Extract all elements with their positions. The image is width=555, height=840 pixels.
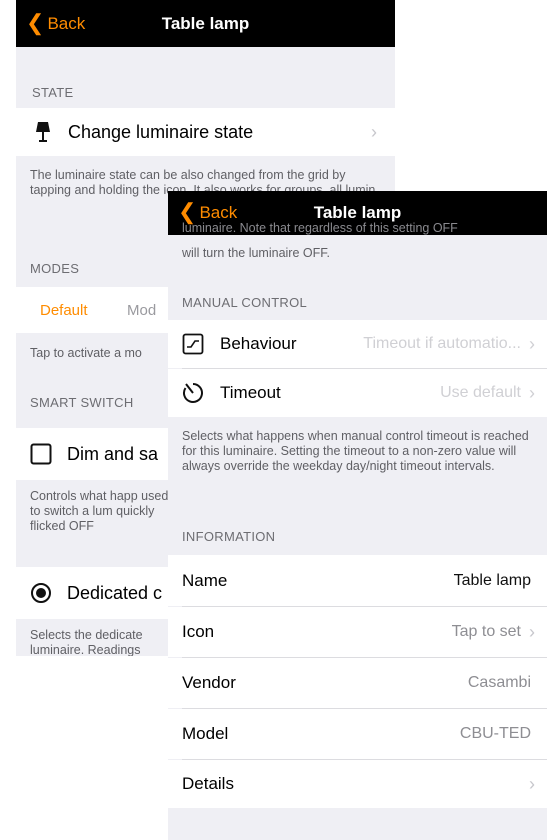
chevron-right-icon: › bbox=[529, 773, 535, 794]
chevron-right-icon: › bbox=[371, 121, 377, 142]
top-footer-cut: luminaire. Note that regardless of this … bbox=[182, 221, 458, 235]
info-row-vendor: Vendor Casambi bbox=[168, 658, 547, 708]
manual-control-footer: Selects what happens when manual control… bbox=[182, 429, 529, 473]
info-row-icon[interactable]: Icon Tap to set › bbox=[168, 607, 547, 657]
smart-switch-footer: Controls what happ used to switch a lum … bbox=[30, 489, 169, 533]
info-value: Casambi bbox=[467, 674, 531, 691]
timeout-row[interactable]: Timeout Use default › bbox=[168, 369, 547, 417]
chevron-right-icon: › bbox=[529, 382, 535, 403]
radio-selected-icon[interactable] bbox=[30, 582, 52, 604]
info-value: Table lamp bbox=[453, 571, 531, 589]
info-row-name: Name Table lamp bbox=[168, 555, 547, 606]
dedicated-label: Dedicated c bbox=[67, 582, 163, 603]
dim-label: Dim and sa bbox=[67, 443, 159, 464]
dedicated-footer: Selects the dedicate luminaire. Readings bbox=[30, 628, 143, 656]
info-value: CBU-TED bbox=[459, 725, 531, 742]
state-header: STATE bbox=[32, 85, 74, 100]
mode-tab-2[interactable]: Mod bbox=[127, 302, 156, 319]
manual-control-header: MANUAL CONTROL bbox=[182, 295, 308, 310]
checkbox-icon[interactable] bbox=[30, 443, 52, 465]
timeout-label: Timeout bbox=[220, 383, 281, 402]
info-label: Name bbox=[182, 570, 228, 590]
modes-footer: Tap to activate a mo bbox=[30, 346, 142, 360]
chevron-right-icon: › bbox=[529, 333, 535, 354]
behaviour-label: Behaviour bbox=[220, 334, 297, 353]
change-state-row[interactable]: Change luminaire state › bbox=[16, 108, 395, 156]
behaviour-value: Timeout if automatio... bbox=[363, 335, 521, 352]
nav-bar: ❮ Back Table lamp bbox=[16, 0, 395, 47]
nav-title: Table lamp bbox=[161, 13, 250, 33]
lamp-icon bbox=[32, 121, 54, 143]
timeout-value: Use default bbox=[440, 384, 521, 401]
info-label: Model bbox=[182, 724, 229, 743]
timer-icon bbox=[182, 382, 204, 404]
top-footer: will turn the luminaire OFF. bbox=[182, 246, 330, 260]
info-label: Details bbox=[182, 774, 234, 793]
mode-tab-default[interactable]: Default bbox=[40, 302, 88, 319]
chevron-right-icon: › bbox=[529, 621, 535, 642]
smart-switch-header: SMART SWITCH bbox=[30, 395, 134, 410]
info-value: Tap to set bbox=[451, 623, 521, 640]
behaviour-icon bbox=[182, 333, 204, 355]
info-row-details[interactable]: Details › bbox=[168, 760, 547, 808]
info-label: Icon bbox=[182, 622, 215, 641]
info-label: Vendor bbox=[182, 673, 236, 692]
information-header: INFORMATION bbox=[182, 529, 276, 544]
behaviour-row[interactable]: Behaviour Timeout if automatio... › bbox=[168, 320, 547, 368]
front-screen: ❮ Back Table lamp luminaire. Note that r… bbox=[168, 191, 547, 840]
modes-header: MODES bbox=[30, 261, 80, 276]
info-row-model: Model CBU-TED bbox=[168, 709, 547, 759]
change-state-label: Change luminaire state bbox=[68, 121, 254, 142]
